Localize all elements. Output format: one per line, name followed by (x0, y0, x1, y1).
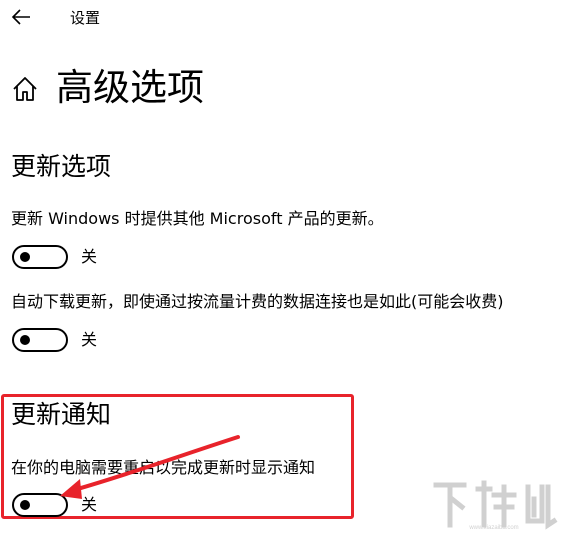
section-title-update-options: 更新选项 (11, 152, 112, 181)
toggle-knob (20, 500, 30, 510)
toggle-state-label: 关 (81, 247, 98, 266)
settings-title: 设置 (70, 9, 101, 27)
setting-description-metered-download: 自动下载更新，即使通过按流量计费的数据连接也是如此(可能会收费) (11, 292, 504, 311)
setting-description-microsoft-products: 更新 Windows 时提供其他 Microsoft 产品的更新。 (11, 209, 384, 228)
home-icon (13, 77, 37, 101)
toggle-restart-notification[interactable] (12, 493, 68, 517)
toggle-state-label: 关 (81, 495, 98, 514)
page-title: 高级选项 (56, 66, 204, 109)
setting-description-restart-notification: 在你的电脑需要重启以完成更新时显示通知 (11, 458, 316, 477)
toggle-metered-download[interactable] (12, 328, 68, 352)
toggle-knob (20, 335, 30, 345)
watermark-logo: www.xiazaiba.com (433, 480, 558, 531)
toggle-knob (20, 252, 30, 262)
toggle-microsoft-products[interactable] (12, 245, 68, 269)
section-title-update-notifications: 更新通知 (11, 400, 112, 429)
svg-text:www.xiazaiba.com: www.xiazaiba.com (468, 525, 518, 531)
toggle-state-label: 关 (81, 330, 98, 349)
back-arrow-icon[interactable] (8, 6, 34, 28)
